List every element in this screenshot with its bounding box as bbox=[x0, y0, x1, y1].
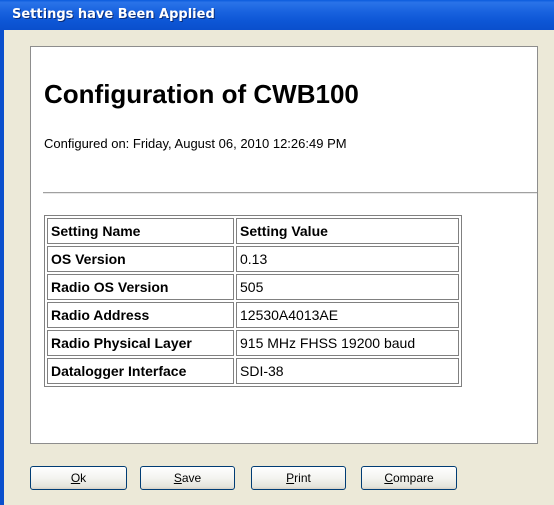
window-frame bbox=[0, 30, 4, 505]
window-title[interactable]: Settings have Been Applied bbox=[0, 0, 554, 30]
setting-value-cell: 0.13 bbox=[236, 246, 459, 272]
table-row: Datalogger Interface SDI-38 bbox=[47, 358, 459, 384]
table-header-row: Setting Name Setting Value bbox=[47, 218, 459, 244]
save-button-mnemonic: S bbox=[173, 471, 182, 485]
setting-value-cell: SDI-38 bbox=[236, 358, 459, 384]
setting-name-cell: OS Version bbox=[47, 246, 234, 272]
setting-name-cell: Datalogger Interface bbox=[47, 358, 234, 384]
compare-button[interactable]: Compare bbox=[361, 466, 457, 490]
setting-value-cell: 12530A4013AE bbox=[236, 302, 459, 328]
print-button[interactable]: Print bbox=[251, 466, 346, 490]
setting-name-cell: Radio Address bbox=[47, 302, 234, 328]
setting-value-cell: 505 bbox=[236, 274, 459, 300]
save-button[interactable]: Save bbox=[140, 466, 235, 490]
page-title: Configuration of CWB100 bbox=[44, 79, 359, 109]
save-button-label: ave bbox=[181, 471, 202, 485]
column-header-setting-name: Setting Name bbox=[47, 218, 234, 244]
settings-applied-dialog: Settings have Been Applied Configuration… bbox=[0, 0, 554, 505]
print-button-label: rint bbox=[294, 471, 311, 485]
table-row: Radio Physical Layer 915 MHz FHSS 19200 … bbox=[47, 330, 459, 356]
compare-button-label: ompare bbox=[392, 471, 434, 485]
setting-value-cell: 915 MHz FHSS 19200 baud bbox=[236, 330, 459, 356]
setting-name-cell: Radio Physical Layer bbox=[47, 330, 234, 356]
settings-table: Setting Name Setting Value OS Version 0.… bbox=[44, 215, 462, 387]
ok-button[interactable]: Ok bbox=[30, 466, 127, 490]
configured-timestamp: Configured on: Friday, August 06, 2010 1… bbox=[44, 136, 347, 151]
compare-button-mnemonic: C bbox=[384, 471, 393, 485]
divider bbox=[43, 192, 537, 194]
column-header-setting-value: Setting Value bbox=[236, 218, 459, 244]
ok-button-label: k bbox=[80, 471, 87, 485]
ok-button-mnemonic: O bbox=[70, 471, 81, 485]
table-row: Radio OS Version 505 bbox=[47, 274, 459, 300]
setting-name-cell: Radio OS Version bbox=[47, 274, 234, 300]
table-row: Radio Address 12530A4013AE bbox=[47, 302, 459, 328]
print-button-mnemonic: P bbox=[286, 471, 295, 485]
report-panel[interactable]: Configuration of CWB100 Configured on: F… bbox=[30, 46, 538, 444]
table-row: OS Version 0.13 bbox=[47, 246, 459, 272]
